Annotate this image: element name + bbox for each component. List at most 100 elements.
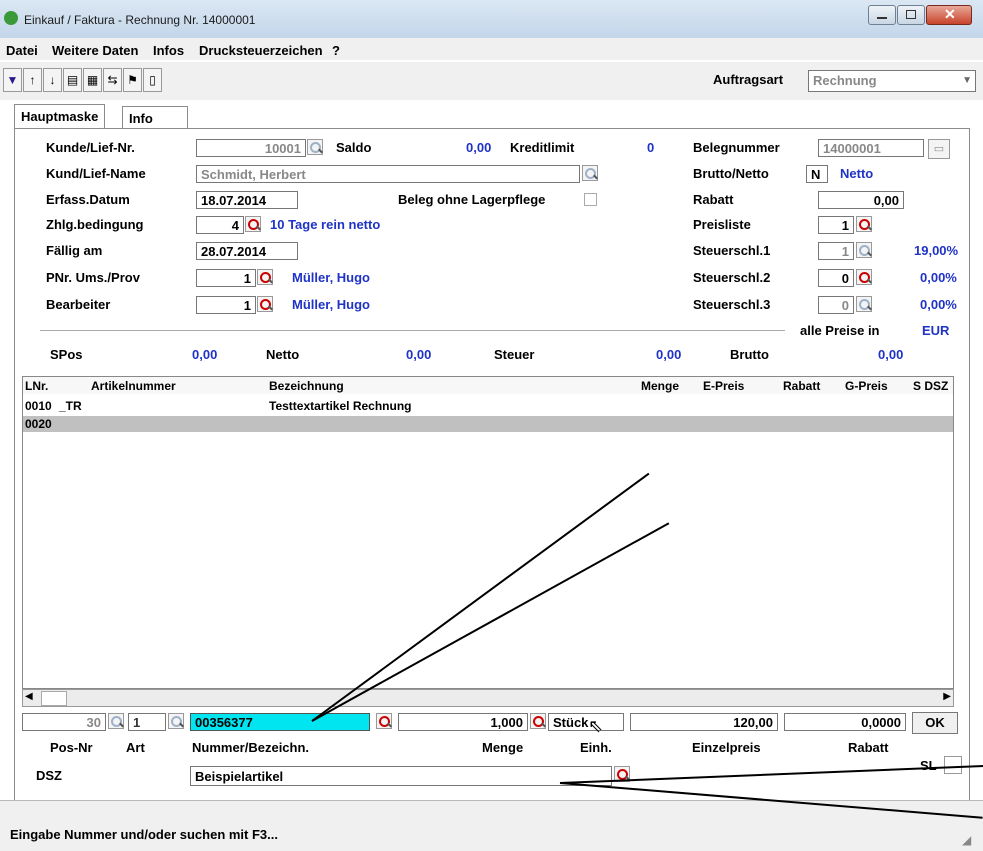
posnr-field[interactable]: 30 — [22, 713, 106, 731]
minimize-button[interactable] — [868, 5, 896, 25]
name-search-icon[interactable] — [582, 165, 598, 181]
col-artikelnummer[interactable]: Artikelnummer — [91, 379, 176, 393]
grid-header: LNr. Artikelnummer Bezeichnung Menge E-P… — [22, 376, 954, 396]
col-s-dsz[interactable]: S DSZ — [913, 379, 948, 393]
table-row[interactable]: 0010 _TR Testtextartikel Rechnung — [23, 398, 953, 414]
col-rabatt[interactable]: Rabatt — [783, 379, 820, 393]
calculator-button[interactable]: ▦ — [83, 68, 102, 92]
st1-pct: 19,00% — [914, 243, 959, 258]
preisliste-field[interactable]: 1 — [818, 216, 854, 234]
zahlung-search-icon[interactable] — [245, 216, 261, 232]
up-button[interactable]: ↑ — [23, 68, 42, 92]
invoice-window: Einkauf / Faktura - Rechnung Nr. 1400000… — [0, 0, 983, 851]
tab-info[interactable]: Info — [122, 106, 188, 130]
kunde-search-icon[interactable] — [307, 139, 323, 155]
row-bezeichnung: Testtextartikel Rechnung — [269, 399, 412, 413]
col-g-preis[interactable]: G-Preis — [845, 379, 888, 393]
prov-field[interactable]: 1 — [196, 269, 256, 287]
einheit-field[interactable]: Stück — [548, 713, 624, 731]
menu-help[interactable]: ? — [332, 43, 340, 58]
rabatt-entry-field[interactable]: 0,0000 — [784, 713, 906, 731]
saldo-value: 0,00 — [466, 140, 492, 155]
nummer-label: Nummer/Bezeichn. — [192, 740, 310, 755]
scroll-thumb[interactable] — [41, 691, 67, 706]
mouse-cursor-icon: ⇖ — [588, 716, 604, 736]
col-e-preis[interactable]: E-Preis — [703, 379, 744, 393]
art-label: Art — [126, 740, 145, 755]
rabatt-field[interactable]: 0,00 — [818, 191, 904, 209]
auftragsart-value: Rechnung — [813, 73, 877, 88]
art-search-icon[interactable] — [168, 713, 184, 729]
kunde-field[interactable]: 10001 — [196, 139, 306, 157]
menge-label: Menge — [482, 740, 524, 755]
st2-field[interactable]: 0 — [818, 269, 854, 287]
tab-hauptmaske[interactable]: Hauptmaske — [14, 104, 106, 129]
row-lnr: 0010 — [25, 399, 52, 413]
st3-field[interactable]: 0 — [818, 296, 854, 314]
posnr-label: Pos-Nr — [50, 740, 93, 755]
bezeichnung-field[interactable]: Beispielartikel — [190, 766, 612, 786]
stamp-button[interactable]: ⚑ — [123, 68, 142, 92]
status-bar: Eingabe Nummer und/oder suchen mit F3...… — [0, 800, 983, 851]
name-field[interactable]: Schmidt, Herbert — [196, 165, 580, 183]
netto-value: 0,00 — [406, 347, 432, 362]
resize-grip-icon[interactable]: ◢ — [962, 833, 971, 847]
bearbeiter-field[interactable]: 1 — [196, 296, 256, 314]
preisliste-search-icon[interactable] — [856, 216, 872, 232]
maximize-icon — [906, 10, 916, 19]
nummer-search-icon[interactable] — [376, 713, 392, 729]
preise-label: alle Preise in — [800, 323, 880, 338]
einzelpreis-field[interactable]: 120,00 — [630, 713, 778, 731]
brutto-netto-field[interactable]: N — [806, 165, 828, 183]
filter-button[interactable]: ▼ — [3, 68, 22, 92]
folder-open-icon[interactable]: ▭ — [928, 139, 950, 159]
einzelpreis-label: Einzelpreis — [692, 740, 761, 755]
menge-search-icon[interactable] — [530, 713, 546, 729]
row-lnr: 0020 — [25, 417, 52, 431]
st3-search-icon[interactable] — [856, 296, 872, 312]
kreditlimit-label: Kreditlimit — [510, 140, 575, 155]
menu-drucksteuerzeichen[interactable]: Drucksteuerzeichen — [199, 43, 323, 58]
menu-infos[interactable]: Infos — [153, 43, 184, 58]
nummer-field[interactable]: 00356377 — [190, 713, 370, 731]
horizontal-scrollbar[interactable]: ◀ ▶ — [22, 689, 954, 707]
ok-button[interactable]: OK — [912, 712, 958, 734]
grid-body[interactable]: 0010 _TR Testtextartikel Rechnung 0020 — [22, 394, 954, 689]
menu-datei[interactable]: Datei — [6, 43, 38, 58]
rabatt-label: Rabatt — [693, 192, 734, 207]
menu-weitere-daten[interactable]: Weitere Daten — [52, 43, 138, 58]
posnr-search-icon[interactable] — [108, 713, 124, 729]
belegnr-field[interactable]: 14000001 — [818, 139, 924, 157]
app-icon — [4, 11, 18, 25]
minimize-icon — [877, 17, 887, 19]
brutto-netto-label: Brutto/Netto — [693, 166, 769, 181]
down-button[interactable]: ↓ — [43, 68, 62, 92]
print-button[interactable]: ▤ — [63, 68, 82, 92]
maximize-button[interactable] — [897, 5, 925, 25]
transfer-button[interactable]: ⇆ — [103, 68, 122, 92]
art-field[interactable]: 1 — [128, 713, 166, 731]
col-lnr[interactable]: LNr. — [25, 379, 48, 393]
faellig-field[interactable]: 28.07.2014 — [196, 242, 298, 260]
scroll-right-icon[interactable]: ▶ — [943, 691, 951, 702]
datum-field[interactable]: 18.07.2014 — [196, 191, 298, 209]
scroll-left-icon[interactable]: ◀ — [25, 691, 33, 702]
prov-search-icon[interactable] — [257, 269, 273, 285]
close-button[interactable]: ✕ — [926, 5, 972, 25]
col-bezeichnung[interactable]: Bezeichnung — [269, 379, 344, 393]
table-row[interactable]: 0020 — [23, 416, 953, 432]
st1-search-icon[interactable] — [856, 242, 872, 258]
st2-search-icon[interactable] — [856, 269, 872, 285]
row-artikelnummer: _TR — [59, 399, 82, 413]
auftragsart-select[interactable]: Rechnung ▼ — [808, 70, 976, 92]
bearbeiter-search-icon[interactable] — [257, 296, 273, 312]
prov-name: Müller, Hugo — [292, 270, 370, 285]
chevron-down-icon: ▼ — [962, 75, 972, 86]
document-button[interactable]: ▯ — [143, 68, 162, 92]
zahlung-field[interactable]: 4 — [196, 216, 244, 234]
rabatt-entry-label: Rabatt — [848, 740, 889, 755]
col-menge[interactable]: Menge — [641, 379, 679, 393]
st1-field[interactable]: 1 — [818, 242, 854, 260]
menge-field[interactable]: 1,000 — [398, 713, 528, 731]
lagerpflege-checkbox[interactable] — [584, 193, 597, 206]
